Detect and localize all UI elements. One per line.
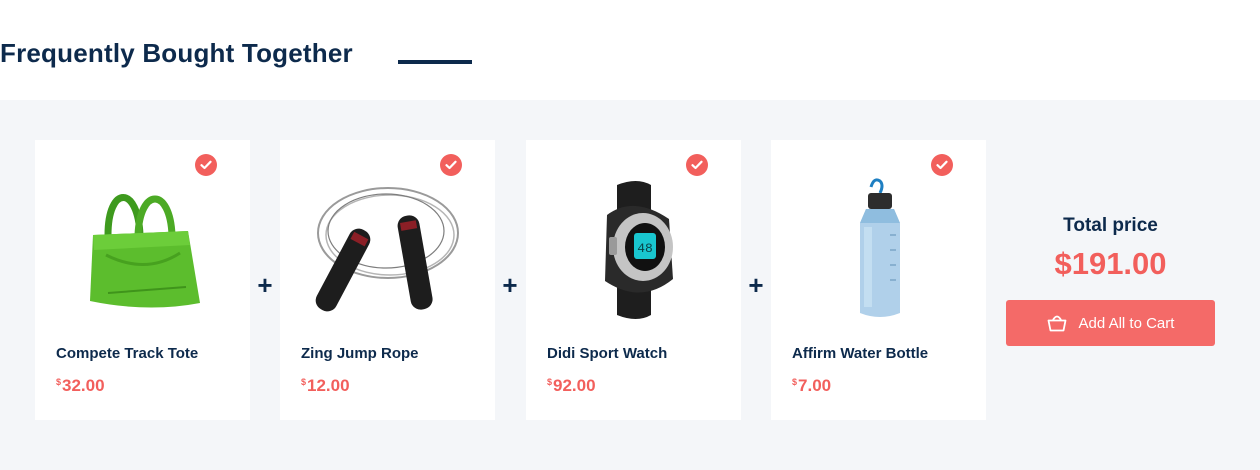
section-title: Frequently Bought Together — [0, 38, 353, 68]
plus-separator: + — [257, 270, 273, 300]
product-price: $12.00 — [301, 376, 350, 395]
total-price-label: Total price — [1063, 215, 1158, 236]
plus-separator: + — [748, 270, 764, 300]
shopping-bag-icon — [1047, 314, 1067, 332]
sport-watch-icon[interactable]: 48 — [546, 175, 721, 325]
product-name[interactable]: Didi Sport Watch — [547, 345, 667, 362]
selected-check-icon[interactable] — [931, 154, 953, 176]
plus-separator: + — [502, 270, 518, 300]
product-name[interactable]: Zing Jump Rope — [301, 345, 419, 362]
product-card-compete-track-tote[interactable]: Compete Track Tote $32.00 — [35, 140, 250, 420]
water-bottle-icon[interactable] — [791, 175, 966, 325]
add-all-to-cart-button[interactable]: Add All to Cart — [1006, 300, 1215, 346]
product-price: $92.00 — [547, 376, 596, 395]
green-tote-bag-icon[interactable] — [55, 175, 230, 325]
product-price: $32.00 — [56, 376, 105, 395]
selected-check-icon[interactable] — [440, 154, 462, 176]
product-card-didi-sport-watch[interactable]: 48 Didi Sport Watch $92.00 — [526, 140, 741, 420]
product-price: $7.00 — [792, 376, 832, 395]
selected-check-icon[interactable] — [686, 154, 708, 176]
jump-rope-icon[interactable] — [300, 175, 475, 325]
selected-check-icon[interactable] — [195, 154, 217, 176]
add-all-to-cart-label: Add All to Cart — [1078, 314, 1175, 332]
product-name[interactable]: Compete Track Tote — [56, 345, 198, 362]
product-name[interactable]: Affirm Water Bottle — [792, 345, 928, 362]
svg-text:48: 48 — [637, 241, 653, 256]
product-card-affirm-water-bottle[interactable]: Affirm Water Bottle $7.00 — [771, 140, 986, 420]
title-underline — [398, 60, 472, 64]
total-price-value: $191.00 — [1054, 246, 1167, 281]
product-card-zing-jump-rope[interactable]: Zing Jump Rope $12.00 — [280, 140, 495, 420]
